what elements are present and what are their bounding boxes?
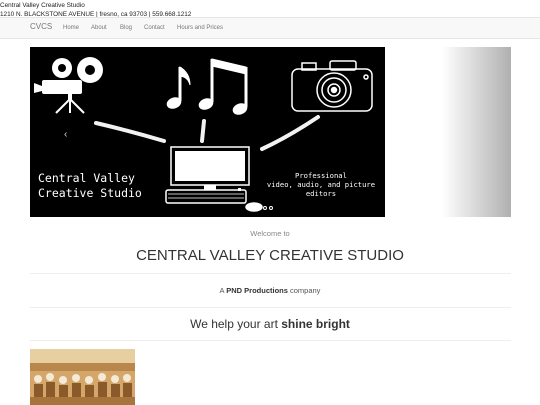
carousel-slide: Central Valley Creative Studio Profession… bbox=[30, 47, 385, 217]
carousel-indicator[interactable] bbox=[257, 206, 261, 210]
tagline: We help your art shine bright bbox=[0, 317, 540, 331]
carousel-indicator[interactable] bbox=[263, 206, 267, 210]
company-suffix: company bbox=[290, 286, 321, 295]
studio-photo-image bbox=[30, 349, 135, 405]
slide-caption-line-1: Professional bbox=[295, 171, 347, 180]
studio-photo bbox=[30, 349, 135, 405]
divider bbox=[30, 307, 511, 308]
nav-item-about[interactable]: About bbox=[91, 25, 107, 31]
carousel-next-icon[interactable]: › bbox=[471, 129, 474, 140]
carousel-next-slide-preview bbox=[442, 47, 511, 217]
tagline-emphasis: shine bright bbox=[281, 317, 350, 331]
nav-item-contact[interactable]: Contact bbox=[144, 25, 165, 31]
slide-title-line-2: Creative Studio bbox=[38, 186, 142, 200]
computer-icon bbox=[165, 146, 263, 212]
welcome-text: Welcome to bbox=[250, 229, 290, 238]
music-notes-icon bbox=[166, 58, 248, 115]
studio-name: Central Valley Creative Studio bbox=[0, 2, 85, 9]
tagline-prefix: We help your art bbox=[190, 317, 278, 331]
page-title: CENTRAL VALLEY CREATIVE STUDIO bbox=[136, 247, 404, 264]
nav-item-blog[interactable]: Blog bbox=[120, 25, 132, 31]
slide-title: Central Valley Creative Studio bbox=[38, 171, 142, 201]
company-prefix: A bbox=[219, 286, 225, 295]
navbar: CVCS Home About Blog Contact Hours and P… bbox=[0, 17, 540, 39]
navbar-brand[interactable]: CVCS bbox=[30, 22, 52, 31]
carousel-indicator[interactable] bbox=[269, 206, 273, 210]
slide-caption-line-3: editors bbox=[305, 189, 337, 198]
slide-caption-line-2: video, audio, and picture bbox=[266, 180, 376, 189]
film-camera-icon bbox=[34, 57, 103, 114]
slide-title-line-1: Central Valley bbox=[38, 171, 135, 185]
company-line: A PND Productions company bbox=[0, 286, 540, 295]
divider bbox=[30, 273, 511, 274]
photo-camera-icon bbox=[291, 60, 373, 112]
carousel-prev-icon[interactable]: ‹ bbox=[64, 129, 67, 140]
slide-caption: Professional video, audio, and picture edi… bbox=[257, 171, 385, 198]
divider bbox=[30, 340, 511, 341]
nav-item-hours-and-prices[interactable]: Hours and Prices bbox=[177, 25, 223, 31]
carousel-indicators bbox=[257, 197, 275, 215]
image-carousel: Central Valley Creative Studio Profession… bbox=[30, 47, 511, 217]
nav-item-home[interactable]: Home bbox=[63, 25, 79, 31]
company-name: PND Productions bbox=[226, 286, 288, 295]
